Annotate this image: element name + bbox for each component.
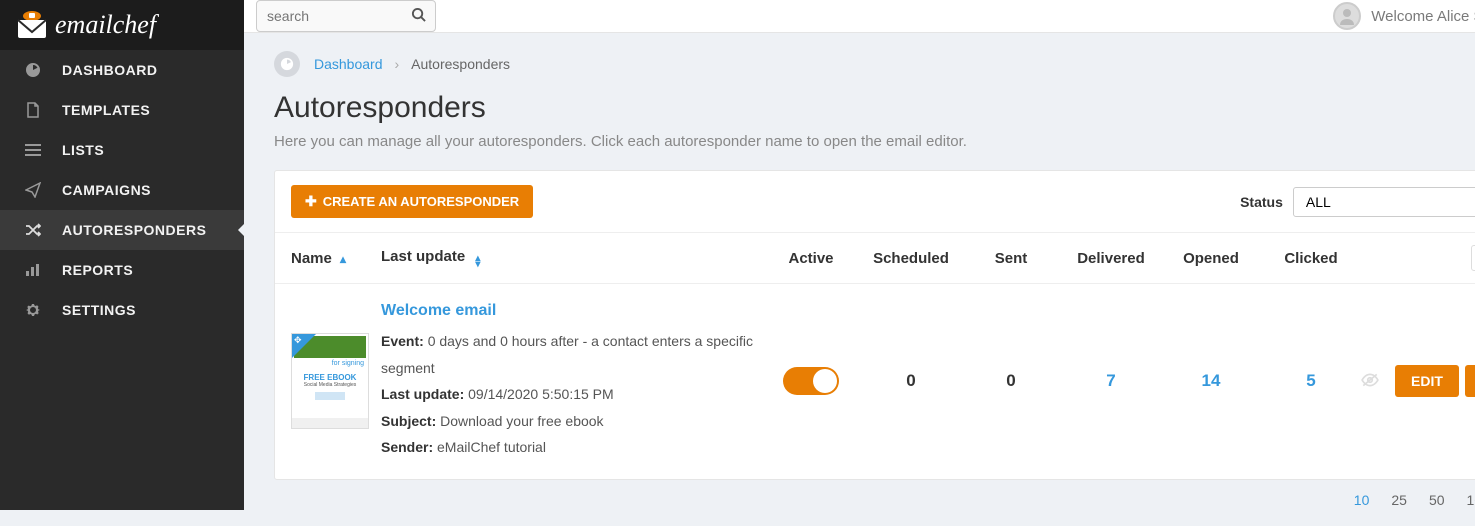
status-select[interactable]: ALL — [1293, 187, 1475, 217]
breadcrumb-current: Autoresponders — [411, 56, 510, 72]
logo-icon — [15, 10, 49, 40]
sender-value: eMailChef tutorial — [437, 439, 546, 455]
opened-value[interactable]: 14 — [1202, 371, 1221, 390]
col-scheduled: Scheduled — [861, 250, 961, 267]
chart-icon — [22, 263, 44, 277]
sidebar-item-templates[interactable]: TEMPLATES — [0, 90, 244, 130]
dashboard-icon — [22, 62, 44, 78]
clicked-value[interactable]: 5 — [1306, 371, 1315, 390]
table-header: Name ▴ Last update ▴▾ Active Scheduled S… — [275, 232, 1475, 284]
lastupdate-value: 09/14/2020 5:50:15 PM — [468, 386, 614, 402]
col-opened: Opened — [1161, 250, 1261, 267]
plus-icon: ✚ — [305, 193, 317, 210]
nav-label: REPORTS — [62, 262, 133, 278]
eye-off-icon[interactable] — [1361, 373, 1379, 390]
dashboard-icon — [274, 51, 300, 77]
nav-menu: DASHBOARD TEMPLATES LISTS CAMPAIGNS AUTO… — [0, 50, 244, 330]
logo[interactable]: emailchef — [0, 0, 244, 50]
search-icon[interactable] — [411, 7, 426, 25]
sidebar-item-settings[interactable]: SETTINGS — [0, 290, 244, 330]
edit-button[interactable]: EDIT — [1395, 365, 1459, 397]
page-size-100[interactable]: 100 — [1467, 492, 1475, 508]
move-icon: ✥ — [294, 335, 302, 346]
sidebar: emailchef DASHBOARD TEMPLATES LISTS CAMP… — [0, 0, 244, 510]
visibility-toggle-button[interactable] — [1471, 245, 1475, 271]
nav-label: CAMPAIGNS — [62, 182, 151, 198]
create-autoresponder-button[interactable]: ✚ CREATE AN AUTORESPONDER — [291, 185, 533, 218]
gear-icon — [22, 302, 44, 318]
scheduled-value: 0 — [906, 371, 915, 390]
shuffle-icon — [22, 223, 44, 237]
breadcrumb-home[interactable]: Dashboard — [314, 56, 383, 72]
brand-text: emailchef — [55, 10, 156, 40]
sort-asc-icon[interactable]: ▴ — [340, 252, 346, 266]
col-delivered: Delivered — [1061, 250, 1161, 267]
pagination: 10 25 50 100 — [274, 480, 1475, 508]
col-clicked: Clicked — [1261, 250, 1361, 267]
event-value: 0 days and 0 hours after - a contact ent… — [381, 333, 753, 376]
sidebar-item-dashboard[interactable]: DASHBOARD — [0, 50, 244, 90]
page-size-25[interactable]: 25 — [1391, 492, 1407, 508]
col-name[interactable]: Name — [291, 250, 332, 267]
page-size-10[interactable]: 10 — [1354, 492, 1370, 508]
send-icon — [22, 182, 44, 198]
edit-dropdown-button[interactable] — [1465, 365, 1475, 397]
sidebar-item-campaigns[interactable]: CAMPAIGNS — [0, 170, 244, 210]
nav-label: AUTORESPONDERS — [62, 222, 206, 238]
page-description: Here you can manage all your autorespond… — [274, 133, 1475, 150]
autoresponder-name-link[interactable]: Welcome email — [381, 302, 496, 320]
user-greeting: Welcome Alice Smith — [1371, 8, 1475, 25]
nav-label: SETTINGS — [62, 302, 136, 318]
sidebar-item-autoresponders[interactable]: AUTORESPONDERS — [0, 210, 244, 250]
delivered-value[interactable]: 7 — [1106, 371, 1115, 390]
nav-label: TEMPLATES — [62, 102, 150, 118]
table-row: ✥ for signing FREE EBOOK Social Media St… — [275, 284, 1475, 479]
nav-label: DASHBOARD — [62, 62, 158, 78]
active-toggle[interactable] — [783, 367, 839, 395]
topbar: Welcome Alice Smith — [244, 0, 1475, 33]
sidebar-item-lists[interactable]: LISTS — [0, 130, 244, 170]
col-active: Active — [761, 250, 861, 267]
email-thumbnail[interactable]: ✥ for signing FREE EBOOK Social Media St… — [291, 333, 369, 429]
sort-icon[interactable]: ▴▾ — [475, 256, 480, 268]
avatar — [1333, 2, 1361, 30]
sidebar-item-reports[interactable]: REPORTS — [0, 250, 244, 290]
user-menu[interactable]: Welcome Alice Smith — [1333, 2, 1475, 30]
chevron-right-icon: › — [395, 56, 400, 72]
breadcrumb: Dashboard › Autoresponders — [274, 51, 1475, 77]
create-label: CREATE AN AUTORESPONDER — [323, 194, 519, 209]
subject-value: Download your free ebook — [440, 413, 603, 429]
page-size-50[interactable]: 50 — [1429, 492, 1445, 508]
autoresponders-panel: ✚ CREATE AN AUTORESPONDER Status ALL — [274, 170, 1475, 480]
sent-value: 0 — [1006, 371, 1015, 390]
list-icon — [22, 143, 44, 157]
col-last-update[interactable]: Last update — [381, 248, 465, 265]
status-label: Status — [1240, 194, 1283, 210]
file-icon — [22, 102, 44, 118]
page-title: Autoresponders — [274, 91, 1475, 125]
search-input[interactable] — [256, 0, 436, 32]
col-sent: Sent — [961, 250, 1061, 267]
nav-label: LISTS — [62, 142, 104, 158]
